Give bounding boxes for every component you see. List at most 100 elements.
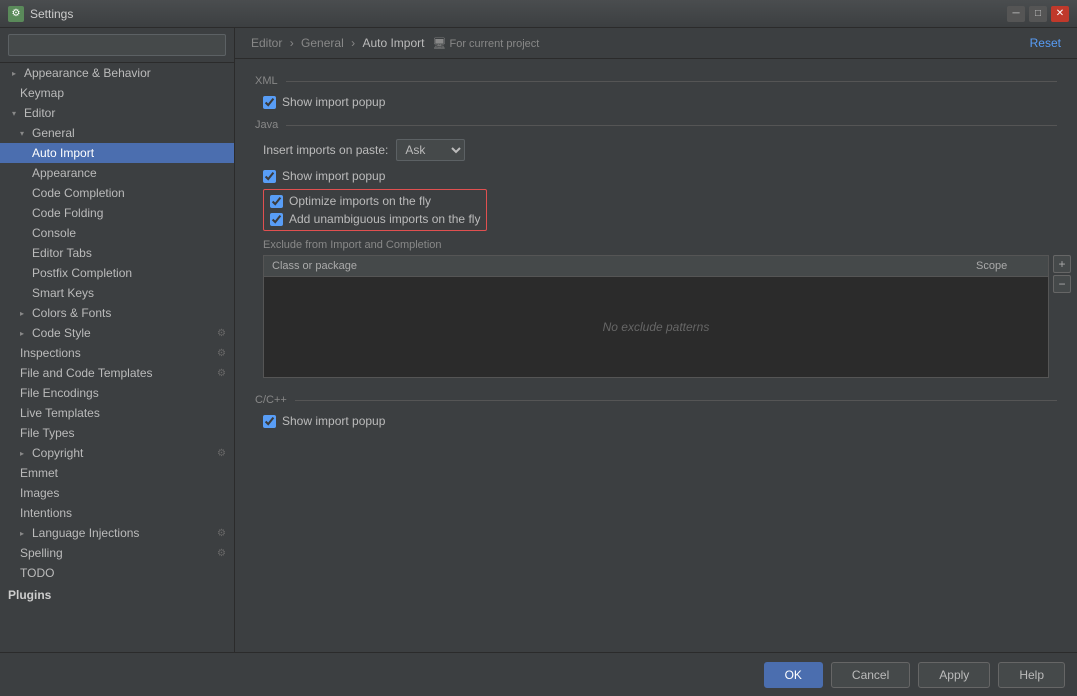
highlighted-checkboxes-box: Optimize imports on the fly Add unambigu… <box>263 189 487 231</box>
sidebar-label-file-types: File Types <box>20 426 74 440</box>
sidebar: Appearance & Behavior Keymap Editor Gene… <box>0 28 235 652</box>
sidebar-item-intentions[interactable]: Intentions <box>0 503 234 523</box>
sidebar-label-editor-tabs: Editor Tabs <box>32 246 92 260</box>
add-unambiguous-row: Add unambiguous imports on the fly <box>270 212 480 226</box>
sidebar-label-smart-keys: Smart Keys <box>32 286 94 300</box>
java-show-import-popup-checkbox[interactable] <box>263 170 276 183</box>
sidebar-item-console[interactable]: Console <box>0 223 234 243</box>
add-exclude-button[interactable]: + <box>1053 255 1071 273</box>
gear-icon-lang-inject: ⚙ <box>217 528 226 539</box>
exclude-table-header: Class or package Scope <box>264 256 1048 277</box>
sidebar-label-code-folding: Code Folding <box>32 206 103 220</box>
sidebar-label-inspections: Inspections <box>20 346 81 360</box>
gear-icon-inspections: ⚙ <box>217 348 226 359</box>
sidebar-item-smart-keys[interactable]: Smart Keys <box>0 283 234 303</box>
sidebar-item-emmet[interactable]: Emmet <box>0 463 234 483</box>
breadcrumb-general: General <box>301 36 344 50</box>
sidebar-item-file-encodings[interactable]: File Encodings <box>0 383 234 403</box>
ok-button[interactable]: OK <box>764 662 823 688</box>
sidebar-item-auto-import[interactable]: Auto Import <box>0 143 234 163</box>
sidebar-item-file-types[interactable]: File Types <box>0 423 234 443</box>
sidebar-item-plugins[interactable]: Plugins <box>0 585 234 605</box>
title-bar: ⚙ Settings ─ □ ✕ <box>0 0 1077 28</box>
minimize-button[interactable]: ─ <box>1007 6 1025 22</box>
sidebar-item-inspections[interactable]: Inspections ⚙ <box>0 343 234 363</box>
sidebar-item-editor-tabs[interactable]: Editor Tabs <box>0 243 234 263</box>
breadcrumb-editor: Editor <box>251 36 282 50</box>
sidebar-item-spelling[interactable]: Spelling ⚙ <box>0 543 234 563</box>
cancel-button[interactable]: Cancel <box>831 662 910 688</box>
sidebar-label-code-style: Code Style <box>32 326 91 340</box>
sidebar-label-live-templates: Live Templates <box>20 406 100 420</box>
remove-exclude-button[interactable]: − <box>1053 275 1071 293</box>
sidebar-label-spelling: Spelling <box>20 546 63 560</box>
breadcrumb: Editor › General › Auto Import <box>251 36 424 50</box>
exclude-table-body: No exclude patterns <box>264 277 1048 377</box>
xml-show-import-popup-checkbox[interactable] <box>263 96 276 109</box>
sidebar-item-editor[interactable]: Editor <box>0 103 234 123</box>
sidebar-label-images: Images <box>20 486 59 500</box>
sidebar-item-live-templates[interactable]: Live Templates <box>0 403 234 423</box>
apply-button[interactable]: Apply <box>918 662 990 688</box>
sidebar-item-appearance[interactable]: Appearance <box>0 163 234 183</box>
sidebar-item-code-style[interactable]: Code Style ⚙ <box>0 323 234 343</box>
insert-imports-select[interactable]: Ask Always Never <box>396 139 465 161</box>
exclude-section-label: Exclude from Import and Completion <box>255 239 1057 251</box>
maximize-button[interactable]: □ <box>1029 6 1047 22</box>
search-input[interactable] <box>8 34 226 56</box>
cpp-show-import-popup-label: Show import popup <box>282 414 385 428</box>
sidebar-label-language-injections: Language Injections <box>32 526 139 540</box>
no-patterns-text: No exclude patterns <box>603 320 710 334</box>
gear-icon-templates: ⚙ <box>217 368 226 379</box>
sidebar-item-file-code-templates[interactable]: File and Code Templates ⚙ <box>0 363 234 383</box>
gear-icon-copyright: ⚙ <box>217 448 226 459</box>
sidebar-item-language-injections[interactable]: Language Injections ⚙ <box>0 523 234 543</box>
sidebar-item-todo[interactable]: TODO <box>0 563 234 583</box>
sidebar-item-keymap[interactable]: Keymap <box>0 83 234 103</box>
xml-show-import-popup-row: Show import popup <box>255 95 1057 109</box>
sidebar-item-images[interactable]: Images <box>0 483 234 503</box>
cpp-section-label: C/C++ <box>255 394 1057 406</box>
tree-arrow-colors <box>20 309 30 318</box>
sidebar-label-file-encodings: File Encodings <box>20 386 99 400</box>
sidebar-label-todo: TODO <box>20 566 54 580</box>
sidebar-label-appearance: Appearance <box>32 166 97 180</box>
sidebar-item-colors-fonts[interactable]: Colors & Fonts <box>0 303 234 323</box>
exclude-table: Class or package Scope No exclude patter… <box>263 255 1049 378</box>
sidebar-item-general[interactable]: General <box>0 123 234 143</box>
breadcrumb-auto-import: Auto Import <box>362 36 424 50</box>
tree-arrow-copyright <box>20 449 30 458</box>
sidebar-label-console: Console <box>32 226 76 240</box>
cpp-show-import-popup-checkbox[interactable] <box>263 415 276 428</box>
cpp-show-import-popup-row: Show import popup <box>255 414 1057 428</box>
breadcrumb-bar: Editor › General › Auto Import 🖥 For cur… <box>235 28 1077 59</box>
sidebar-label-postfix-completion: Postfix Completion <box>32 266 132 280</box>
sidebar-item-code-folding[interactable]: Code Folding <box>0 203 234 223</box>
scope-col-header: Scope <box>968 256 1048 276</box>
close-button[interactable]: ✕ <box>1051 6 1069 22</box>
exclude-table-wrapper: Class or package Scope No exclude patter… <box>263 255 1049 378</box>
sidebar-label-emmet: Emmet <box>20 466 58 480</box>
tree-arrow-appearance <box>12 69 22 78</box>
optimize-imports-checkbox[interactable] <box>270 195 283 208</box>
bottom-bar: OK Cancel Apply Help <box>0 652 1077 696</box>
optimize-imports-label: Optimize imports on the fly <box>289 194 431 208</box>
reset-button[interactable]: Reset <box>1030 36 1061 50</box>
sidebar-label-colors-fonts: Colors & Fonts <box>32 306 111 320</box>
sidebar-item-appearance-behavior[interactable]: Appearance & Behavior <box>0 63 234 83</box>
sidebar-label-plugins: Plugins <box>8 588 51 602</box>
insert-imports-label: Insert imports on paste: <box>263 143 388 157</box>
help-button[interactable]: Help <box>998 662 1065 688</box>
search-box <box>0 28 234 63</box>
sidebar-label-file-code-templates: File and Code Templates <box>20 366 153 380</box>
tree-arrow-editor <box>12 109 22 118</box>
add-unambiguous-checkbox[interactable] <box>270 213 283 226</box>
add-unambiguous-label: Add unambiguous imports on the fly <box>289 212 480 226</box>
sidebar-label-general: General <box>32 126 75 140</box>
tree-arrow-general <box>20 129 30 138</box>
sidebar-item-code-completion[interactable]: Code Completion <box>0 183 234 203</box>
sidebar-item-copyright[interactable]: Copyright ⚙ <box>0 443 234 463</box>
xml-show-import-popup-label: Show import popup <box>282 95 385 109</box>
sidebar-item-postfix-completion[interactable]: Postfix Completion <box>0 263 234 283</box>
sidebar-label-intentions: Intentions <box>20 506 72 520</box>
